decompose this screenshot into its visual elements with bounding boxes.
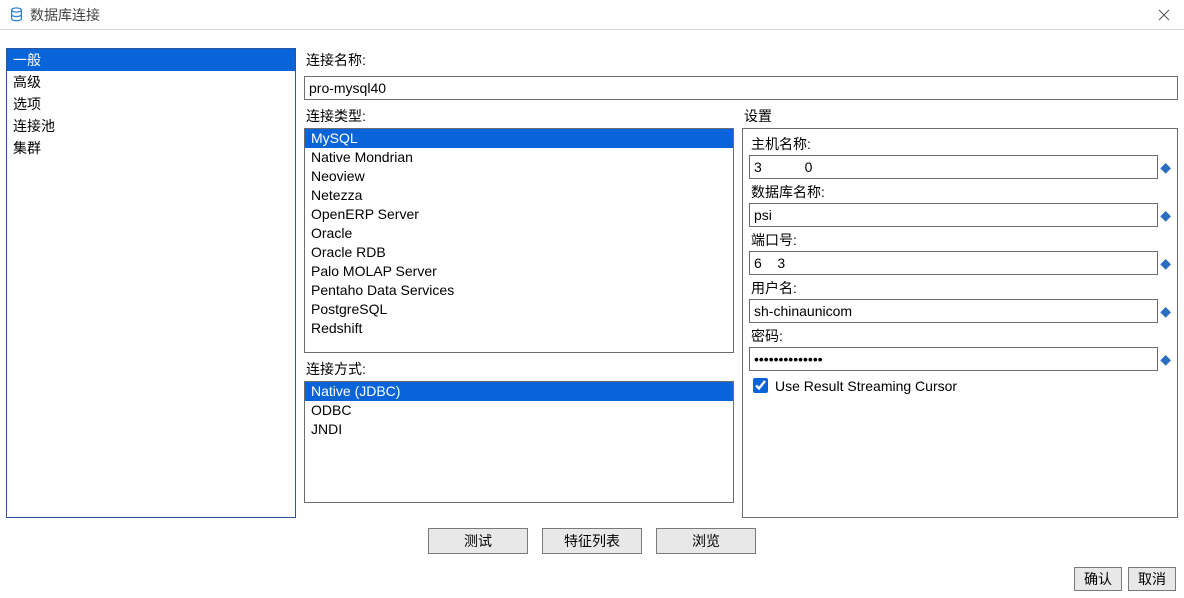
access-item[interactable]: JNDI: [305, 420, 733, 439]
connection-type-item[interactable]: Native Mondrian: [305, 148, 733, 167]
port-input[interactable]: [749, 251, 1158, 275]
streaming-cursor-label[interactable]: Use Result Streaming Cursor: [775, 378, 957, 394]
connection-name-label: 连接名称:: [304, 48, 1178, 72]
settings-label: 设置: [742, 104, 1178, 128]
col-types: 连接类型: MySQLNative MondrianNeoviewNetezza…: [304, 104, 734, 518]
right-panel: 连接名称: 连接类型: MySQLNative MondrianNeoviewN…: [304, 48, 1178, 518]
database-icon: [8, 7, 24, 23]
variable-icon[interactable]: ◆: [1160, 351, 1171, 368]
mid-button-bar: 测试 特征列表 浏览: [0, 524, 1184, 558]
connection-type-item[interactable]: Oracle RDB: [305, 243, 733, 262]
connection-name-input[interactable]: [304, 76, 1178, 100]
access-label: 连接方式:: [304, 357, 734, 381]
connection-type-item[interactable]: MySQL: [305, 129, 733, 148]
window-title: 数据库连接: [30, 5, 100, 25]
close-icon[interactable]: [1154, 5, 1174, 25]
dialog-window: 数据库连接 一般高级选项连接池集群 连接名称: 连接类型: MySQLNativ…: [0, 0, 1184, 598]
access-item[interactable]: ODBC: [305, 401, 733, 420]
feature-list-button[interactable]: 特征列表: [542, 528, 642, 554]
settings-box: 主机名称: ◆ 数据库名称: ◆: [742, 128, 1178, 518]
password-input[interactable]: [749, 347, 1158, 371]
db-name-label: 数据库名称:: [749, 181, 1171, 203]
browse-button[interactable]: 浏览: [656, 528, 756, 554]
access-listbox[interactable]: Native (JDBC)ODBCJNDI: [304, 381, 734, 503]
cancel-button[interactable]: 取消: [1128, 567, 1176, 591]
connection-type-item[interactable]: Pentaho Data Services: [305, 281, 733, 300]
test-button[interactable]: 测试: [428, 528, 528, 554]
sidebar-item[interactable]: 高级: [7, 71, 295, 93]
col-settings: 设置 主机名称: ◆ 数据库名称:: [742, 104, 1178, 518]
connection-type-item[interactable]: Netezza: [305, 186, 733, 205]
db-name-input[interactable]: [749, 203, 1158, 227]
host-input[interactable]: [749, 155, 1158, 179]
connection-type-item[interactable]: Neoview: [305, 167, 733, 186]
variable-icon[interactable]: ◆: [1160, 303, 1171, 320]
ok-button[interactable]: 确认: [1074, 567, 1122, 591]
connection-type-item[interactable]: Oracle: [305, 224, 733, 243]
access-item[interactable]: Native (JDBC): [305, 382, 733, 401]
port-label: 端口号:: [749, 229, 1171, 251]
connection-type-listbox[interactable]: MySQLNative MondrianNeoviewNetezzaOpenER…: [304, 128, 734, 353]
connection-type-item[interactable]: Redshift: [305, 319, 733, 338]
bottom-button-bar: 确认 取消: [1074, 564, 1176, 594]
title-bar: 数据库连接: [0, 0, 1184, 30]
variable-icon[interactable]: ◆: [1160, 207, 1171, 224]
connection-type-item[interactable]: PostgreSQL: [305, 300, 733, 319]
host-label: 主机名称:: [749, 133, 1171, 155]
connection-type-label: 连接类型:: [304, 104, 734, 128]
user-label: 用户名:: [749, 277, 1171, 299]
connection-type-item[interactable]: OpenERP Server: [305, 205, 733, 224]
sidebar-item[interactable]: 集群: [7, 137, 295, 159]
streaming-cursor-checkbox[interactable]: [753, 378, 768, 393]
variable-icon[interactable]: ◆: [1160, 159, 1171, 176]
variable-icon[interactable]: ◆: [1160, 255, 1171, 272]
password-label: 密码:: [749, 325, 1171, 347]
sidebar-item[interactable]: 选项: [7, 93, 295, 115]
user-input[interactable]: [749, 299, 1158, 323]
sidebar-item[interactable]: 一般: [7, 49, 295, 71]
connection-type-item[interactable]: Palo MOLAP Server: [305, 262, 733, 281]
category-sidebar[interactable]: 一般高级选项连接池集群: [6, 48, 296, 518]
sidebar-item[interactable]: 连接池: [7, 115, 295, 137]
